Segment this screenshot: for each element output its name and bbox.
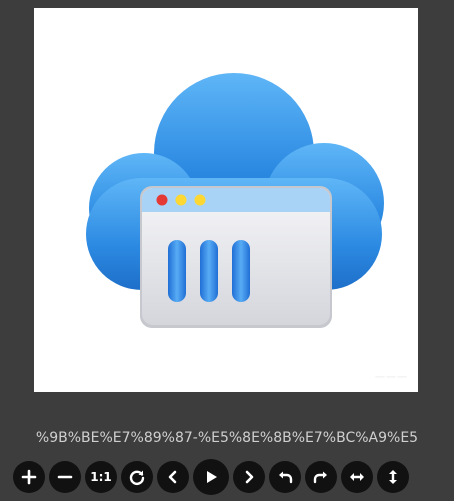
actual-size-icon: 1:1 — [90, 470, 112, 484]
play-icon — [207, 471, 217, 483]
previous-button[interactable] — [157, 461, 189, 493]
bar — [168, 240, 186, 302]
bar — [200, 240, 218, 302]
flip-vertical-icon — [389, 470, 397, 484]
zoom-out-button[interactable] — [49, 461, 81, 493]
yellow-dot — [194, 194, 206, 206]
next-icon — [245, 470, 254, 484]
next-button[interactable] — [233, 461, 265, 493]
rotate-right-icon — [313, 471, 327, 484]
image-filename: %9B%BE%E7%89%87-%E5%8E%8B%E7%BC%A9%E5 — [35, 430, 419, 446]
flip-horizontal-button[interactable] — [341, 461, 373, 493]
red-dot — [156, 194, 168, 206]
previous-icon — [168, 470, 177, 484]
flip-horizontal-icon — [350, 473, 364, 481]
browser-window — [140, 186, 332, 328]
cloud-window-illustration — [86, 73, 384, 328]
viewer-toolbar: 1:1 — [13, 459, 409, 495]
zoom-in-icon — [21, 469, 37, 485]
flip-vertical-button[interactable] — [377, 461, 409, 493]
zoom-in-button[interactable] — [13, 461, 45, 493]
rotate-right-button[interactable] — [305, 461, 337, 493]
rotate-left-button[interactable] — [269, 461, 301, 493]
yellow-dot — [175, 194, 187, 206]
actual-size-button[interactable]: 1:1 — [85, 461, 117, 493]
play-button[interactable] — [193, 459, 229, 495]
rotate-left-icon — [279, 471, 293, 484]
reset-icon — [129, 470, 145, 485]
preview-image[interactable]: 一一一 — [34, 8, 418, 392]
zoom-out-icon — [57, 475, 73, 479]
image-watermark: 一一一 — [375, 373, 408, 384]
bar — [232, 240, 250, 302]
reset-button[interactable] — [121, 461, 153, 493]
